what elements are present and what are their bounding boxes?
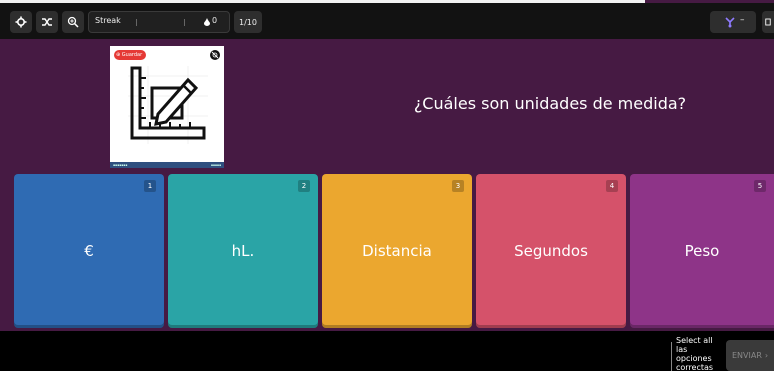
- hint-divider: [671, 342, 672, 371]
- answer-number: 2: [298, 180, 310, 192]
- answer-text: hL.: [231, 242, 255, 260]
- answer-option-5[interactable]: 5 Peso: [630, 174, 774, 328]
- bottom-bar: [0, 331, 774, 371]
- zoom-button[interactable]: [62, 11, 84, 33]
- flame-icon: [204, 18, 210, 26]
- bookmark-icon: ⊕: [116, 52, 121, 58]
- streak-divider: [136, 19, 137, 26]
- shuffle-icon: [42, 18, 52, 26]
- answer-text: Distancia: [362, 242, 432, 260]
- answer-text: €: [84, 242, 94, 260]
- powerup-count: –: [740, 15, 745, 25]
- answer-text: Segundos: [514, 242, 588, 260]
- arrow-right-icon: ›: [764, 351, 769, 360]
- streak-meter: Streak 0: [88, 11, 230, 33]
- submit-label: ENVIAR: [732, 351, 762, 360]
- powerups-button[interactable]: –: [710, 11, 756, 33]
- fullscreen-button[interactable]: [762, 11, 774, 33]
- gear-icon: [15, 16, 27, 28]
- settings-button[interactable]: [10, 11, 32, 33]
- hide-image-icon[interactable]: [210, 50, 220, 60]
- footer-mark: ▪▪▪▪▪: [210, 163, 221, 167]
- select-all-hint: Select all las opciones correctas: [676, 336, 714, 371]
- answer-number: 4: [606, 180, 618, 192]
- ruler-pencil-illustration: [128, 66, 208, 144]
- answer-option-3[interactable]: 3 Distancia: [322, 174, 472, 328]
- save-label: Guardar: [121, 52, 143, 58]
- streak-divider: [184, 19, 185, 26]
- zoom-in-icon: [67, 16, 79, 28]
- footer-mark: ▪▪▪▪▪▪▪: [113, 163, 128, 167]
- expand-icon: [765, 18, 771, 26]
- shuffle-button[interactable]: [36, 11, 58, 33]
- powerup-icon: [725, 17, 735, 28]
- top-toolbar: Streak 0 1/10 –: [0, 3, 774, 39]
- question-counter: 1/10: [234, 11, 262, 33]
- streak-label: Streak: [95, 16, 121, 25]
- image-footer: ▪▪▪▪▪▪▪ ▪▪▪▪▪: [110, 162, 224, 168]
- answer-option-1[interactable]: 1 €: [14, 174, 164, 328]
- answer-option-4[interactable]: 4 Segundos: [476, 174, 626, 328]
- save-badge[interactable]: ⊕ Guardar: [114, 50, 147, 60]
- answer-number: 3: [452, 180, 464, 192]
- question-text: ¿Cuáles son unidades de medida?: [413, 94, 687, 113]
- submit-button[interactable]: ENVIAR ›: [726, 340, 774, 371]
- streak-count: 0: [212, 16, 218, 25]
- answer-option-2[interactable]: 2 hL.: [168, 174, 318, 328]
- answer-text: Peso: [684, 242, 720, 260]
- question-image-card: ⊕ Guardar ▪▪▪▪▪▪▪ ▪▪▪▪▪: [110, 46, 224, 168]
- answer-number: 1: [144, 180, 156, 192]
- answer-number: 5: [754, 180, 766, 192]
